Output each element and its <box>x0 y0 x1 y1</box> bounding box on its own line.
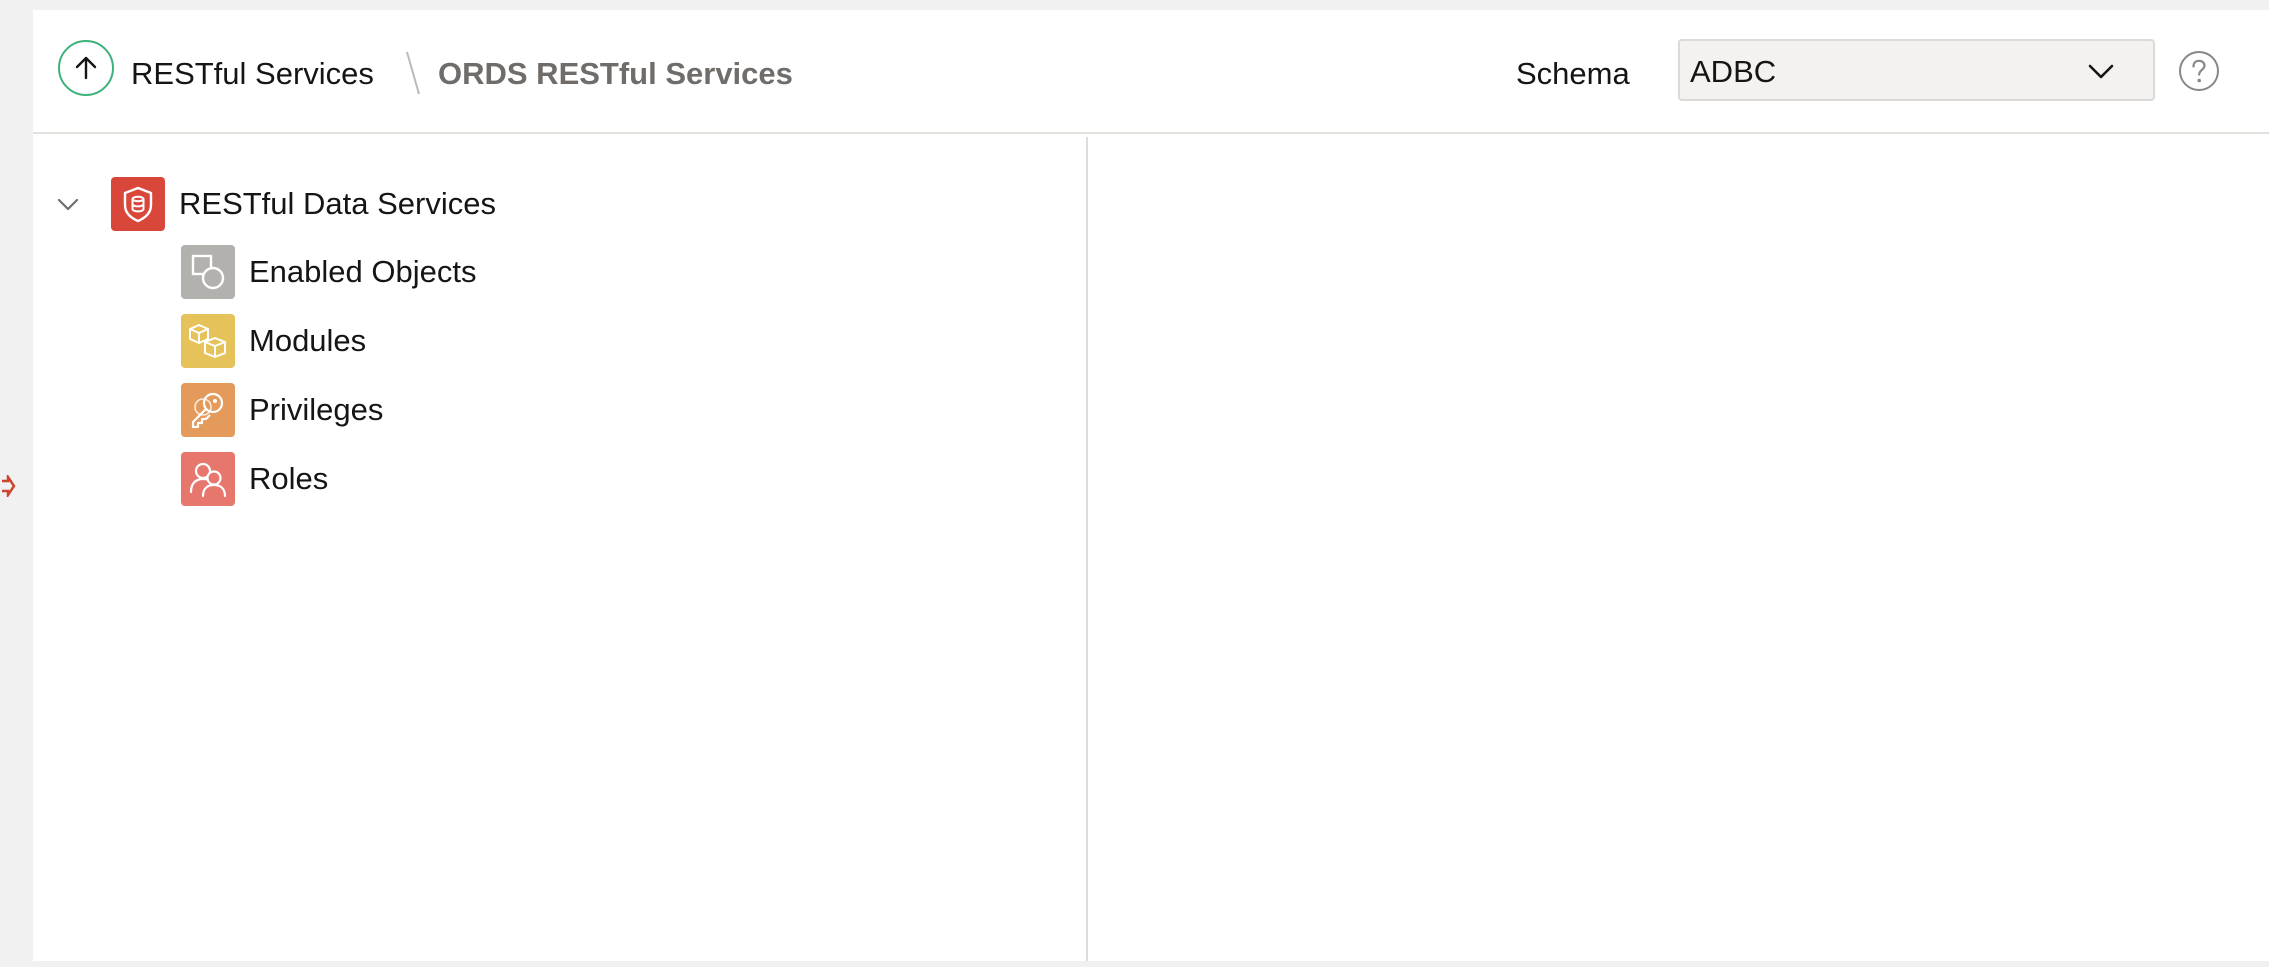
shield-database-icon <box>111 177 165 231</box>
breadcrumb-separator <box>406 51 420 95</box>
tree-item-enabled-objects[interactable]: Enabled Objects <box>181 244 476 300</box>
tree-item-modules[interactable]: Modules <box>181 313 366 369</box>
arrow-marker-icon <box>2 475 16 497</box>
breadcrumb-restful-services[interactable]: RESTful Services <box>131 54 374 94</box>
page-title: ORDS RESTful Services <box>438 56 793 91</box>
tree-item-restful-data-services[interactable]: RESTful Data Services <box>111 176 496 232</box>
tree-item-label: Roles <box>249 461 329 496</box>
shapes-icon <box>181 245 235 299</box>
tree-item-privileges[interactable]: Privileges <box>181 382 383 438</box>
arrow-up-icon <box>75 56 97 80</box>
navigation-tree: RESTful Data Services Enabled Objects Mo… <box>33 137 1088 961</box>
tree-item-label: Privileges <box>249 392 384 427</box>
users-icon <box>181 452 235 506</box>
tree-item-label: Enabled Objects <box>249 254 477 289</box>
tree-collapse-chevron-icon[interactable] <box>53 189 83 219</box>
cubes-icon <box>181 314 235 368</box>
chevron-down-icon <box>2088 64 2114 79</box>
schema-label: Schema <box>1516 56 1630 91</box>
tree-item-label: RESTful Data Services <box>179 186 496 221</box>
schema-select[interactable]: ADBC <box>1678 39 2155 101</box>
detail-panel <box>1090 137 2269 961</box>
navigate-up-button[interactable] <box>58 40 114 96</box>
restful-services-page: RESTful Services ORDS RESTful Services S… <box>33 10 2269 961</box>
page-header: RESTful Services ORDS RESTful Services S… <box>33 10 2269 134</box>
tree-item-label: Modules <box>249 323 367 358</box>
tree-item-roles[interactable]: Roles <box>181 451 328 507</box>
keys-icon <box>181 383 235 437</box>
schema-selected-value: ADBC <box>1690 54 1777 89</box>
help-icon[interactable] <box>2178 50 2220 92</box>
